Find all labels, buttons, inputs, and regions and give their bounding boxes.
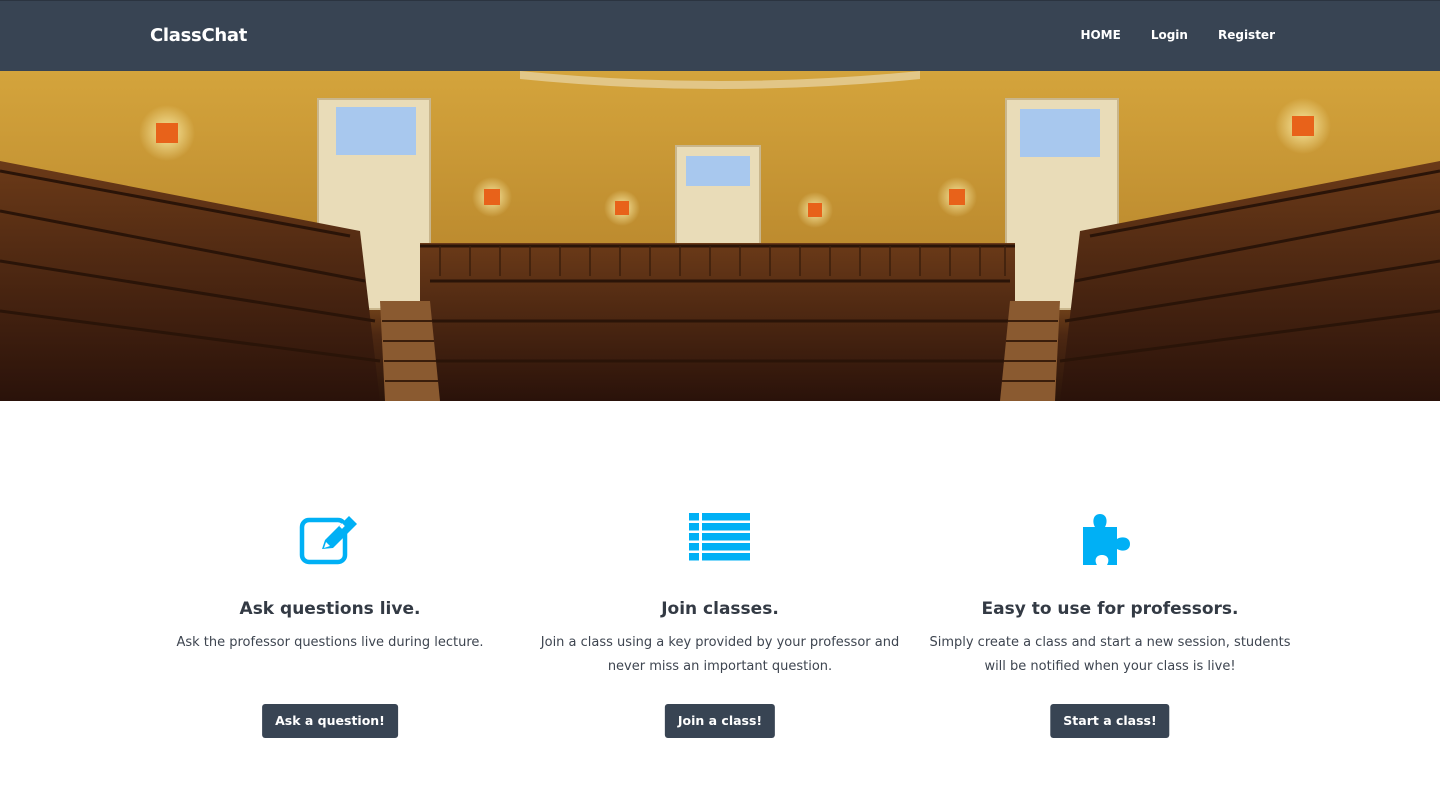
lecture-hall-illustration <box>0 71 1440 401</box>
nav-link-login[interactable]: Login <box>1151 28 1188 42</box>
feature-description: Simply create a class and start a new se… <box>929 635 1291 674</box>
navbar: ClassChat HOME Login Register <box>0 0 1440 71</box>
feature-title: Easy to use for professors. <box>981 599 1239 619</box>
nav-link-register[interactable]: Register <box>1218 28 1275 42</box>
ask-question-button[interactable]: Ask a question! <box>262 704 398 738</box>
nav-links: HOME Login Register <box>1080 28 1275 42</box>
feature-title: Ask questions live. <box>239 599 421 619</box>
features-section: Ask questions live. Ask the professor qu… <box>0 401 1440 806</box>
feature-description: Ask the professor questions live during … <box>176 635 484 650</box>
join-class-button[interactable]: Join a class! <box>664 704 776 738</box>
feature-title: Join classes. <box>661 599 779 619</box>
feature-description: Join a class using a key provided by you… <box>540 635 900 674</box>
edit-icon <box>299 516 357 565</box>
list-icon <box>689 513 750 561</box>
brand-logo[interactable]: ClassChat <box>150 25 247 46</box>
puzzle-piece-icon <box>1083 514 1130 565</box>
nav-link-home[interactable]: HOME <box>1080 28 1120 42</box>
hero-image <box>0 71 1440 401</box>
start-class-button[interactable]: Start a class! <box>1050 704 1170 738</box>
